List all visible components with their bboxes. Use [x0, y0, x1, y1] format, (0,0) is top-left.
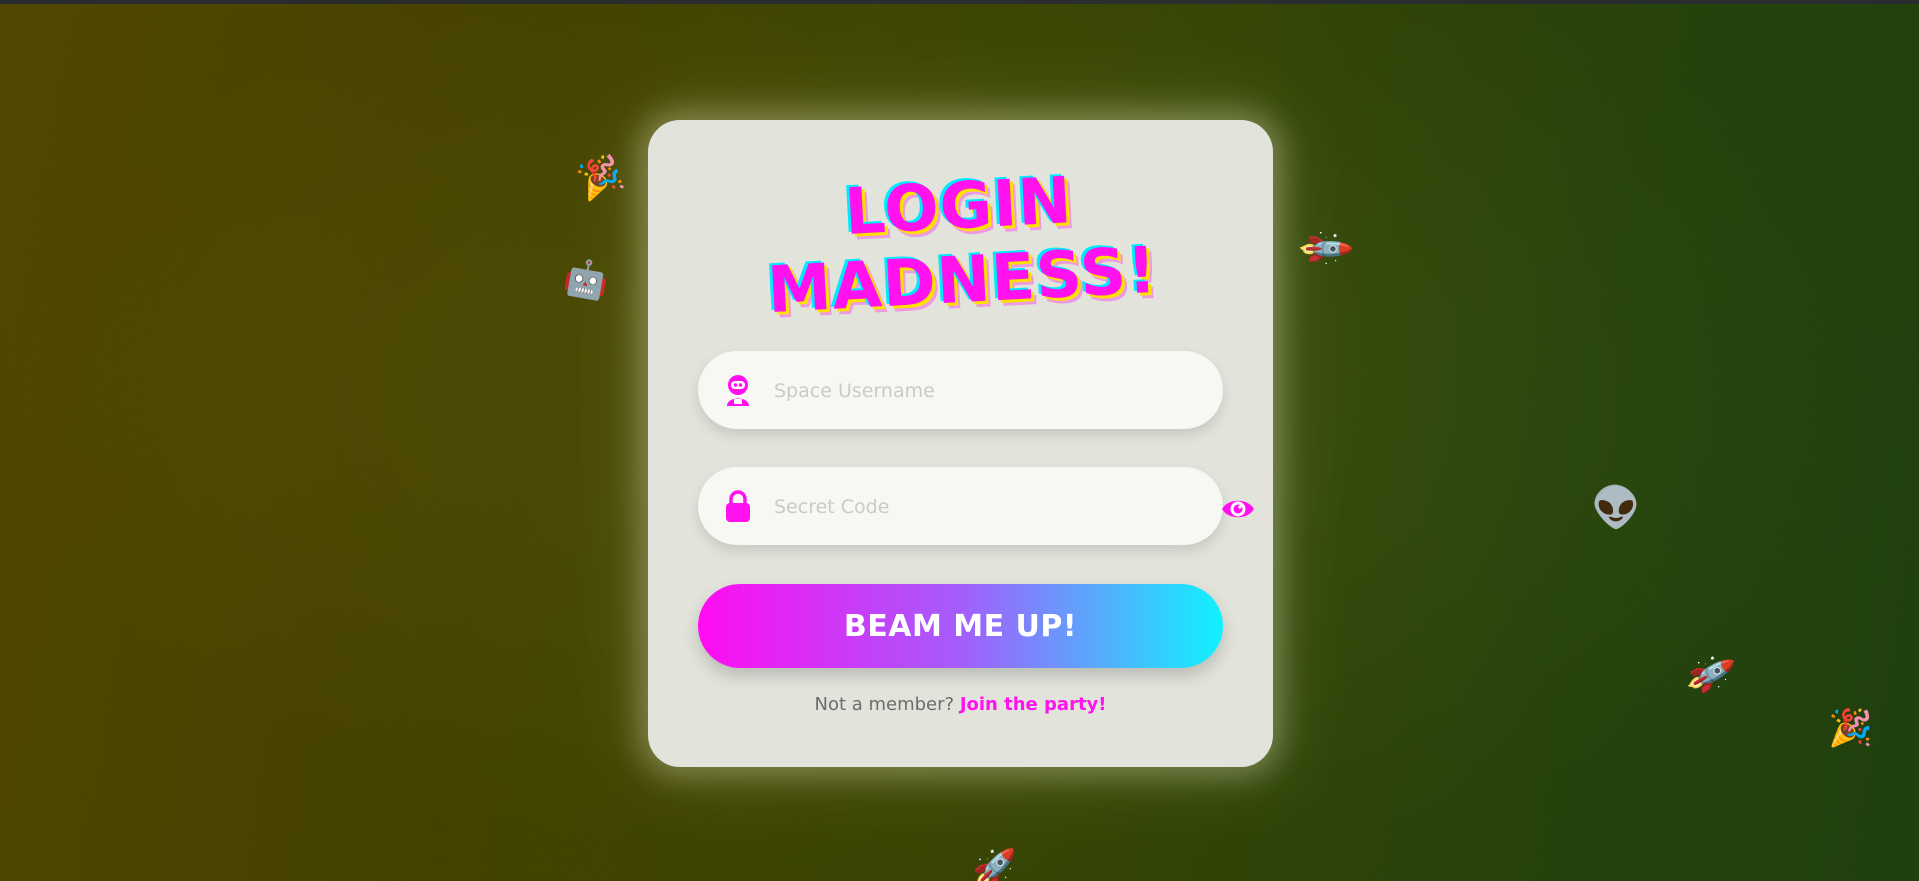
login-card: LOGIN MADNESS! Space Username BEAM ME UP… — [648, 120, 1273, 767]
astronaut-icon — [720, 372, 756, 408]
signup-prompt: Not a member? Join the party! — [648, 694, 1273, 715]
robot-icon: 🤖 — [560, 255, 613, 304]
eye-icon[interactable] — [1220, 491, 1256, 527]
login-title: LOGIN MADNESS! — [645, 154, 1277, 335]
username-field[interactable] — [698, 351, 1223, 431]
rocket-icon: 🚀 — [1683, 649, 1738, 702]
party-popper-icon: 🎉 — [572, 150, 629, 205]
signup-prompt-text: Not a member? — [814, 694, 955, 715]
password-input[interactable] — [772, 467, 1196, 547]
join-the-party-link[interactable]: Join the party! — [960, 694, 1107, 715]
rocket-icon: 🚀 — [1294, 219, 1356, 280]
lock-icon — [720, 488, 756, 524]
party-popper-icon: 🎉 — [1828, 708, 1873, 749]
username-input[interactable] — [772, 351, 1196, 431]
beam-me-up-button[interactable]: BEAM ME UP! — [698, 584, 1223, 668]
alien-icon: 👽 — [1591, 485, 1641, 531]
rocket-icon: 🚀 — [972, 848, 1017, 881]
top-frame-bar — [0, 0, 1919, 4]
password-field[interactable] — [698, 467, 1223, 547]
